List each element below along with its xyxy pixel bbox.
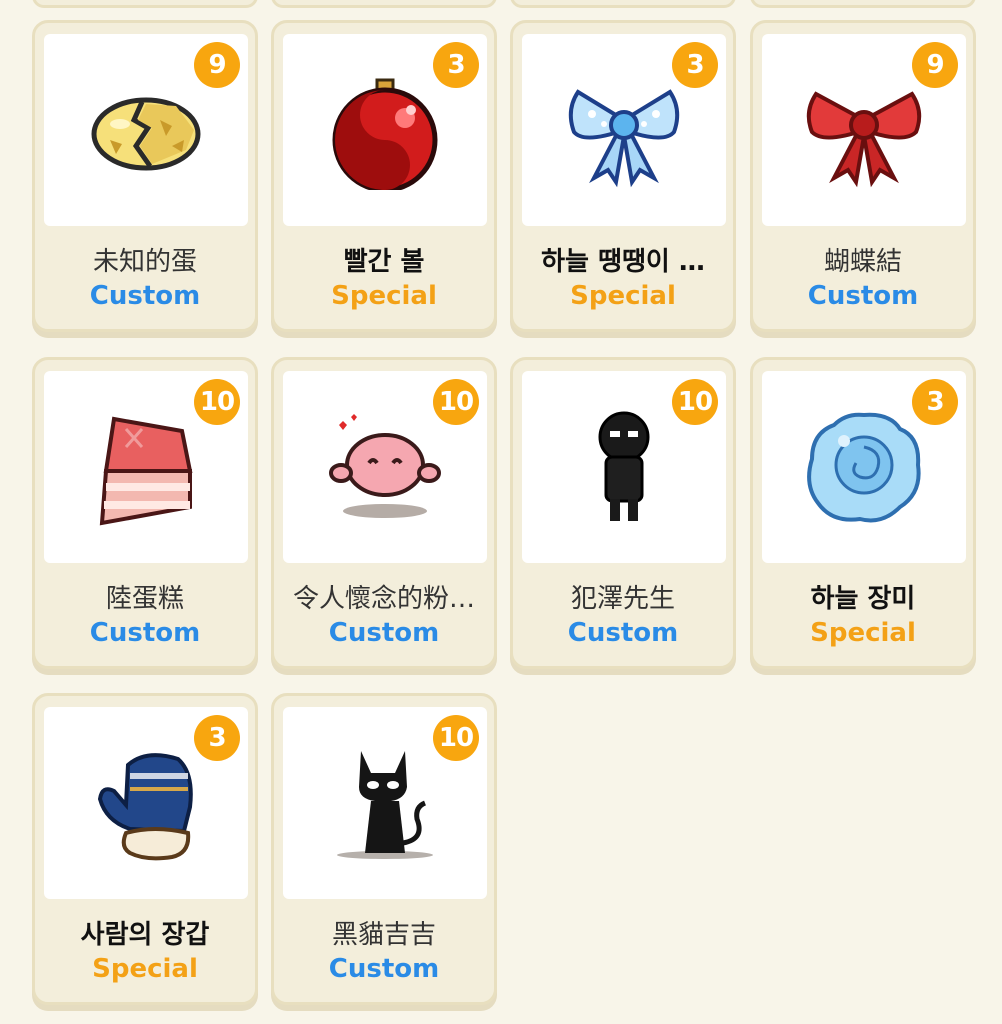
item-tile: 9 — [762, 34, 966, 226]
count-badge: 3 — [672, 42, 718, 88]
cake-slice-icon — [99, 416, 193, 526]
count-badge: 10 — [194, 379, 240, 425]
item-name: 하늘 땡땡이 … — [541, 247, 705, 277]
item-card-sky-polka-bow[interactable]: 3 하늘 땡땡이 … Special — [510, 20, 736, 332]
blue-mitten-icon — [97, 753, 193, 861]
item-type: Special — [92, 954, 198, 984]
item-type: Custom — [567, 618, 679, 648]
item-tile: 3 — [283, 34, 487, 226]
count-badge: 9 — [194, 42, 240, 88]
item-card-sky-rose[interactable]: 3 하늘 장미 Special — [750, 357, 976, 669]
item-card-mr-criminal[interactable]: 10 犯澤先生 Custom — [510, 357, 736, 669]
count-badge: 9 — [912, 42, 958, 88]
card-edge — [32, 0, 258, 8]
item-tile: 3 — [522, 34, 726, 226]
item-tile: 10 — [283, 371, 487, 563]
item-name: 蝴蝶結 — [823, 247, 902, 277]
card-edge — [750, 0, 976, 8]
item-type: Custom — [328, 954, 440, 984]
item-tile: 10 — [522, 371, 726, 563]
item-type: Special — [810, 618, 916, 648]
item-card-cake[interactable]: 10 陸蛋糕 Custom — [32, 357, 258, 669]
item-tile: 10 — [283, 707, 487, 899]
item-name: 令人懷念的粉… — [292, 584, 475, 614]
item-card-person-glove[interactable]: 3 사람의 장갑 Special — [32, 693, 258, 1005]
item-card-black-cat-jiji[interactable]: 10 黑貓吉吉 Custom — [271, 693, 497, 1005]
item-tile: 3 — [44, 707, 248, 899]
item-card-nostalgic-pink[interactable]: 10 令人懷念的粉… Custom — [271, 357, 497, 669]
count-badge: 3 — [433, 42, 479, 88]
item-name: 陸蛋糕 — [105, 584, 184, 614]
count-badge: 3 — [912, 379, 958, 425]
count-badge: 3 — [194, 715, 240, 761]
item-name: 犯澤先生 — [570, 584, 675, 614]
item-name: 빨간 볼 — [343, 247, 425, 277]
item-type: Custom — [807, 281, 919, 311]
black-cat-icon — [337, 751, 433, 859]
item-name: 하늘 장미 — [810, 584, 916, 614]
item-type: Special — [331, 281, 437, 311]
blue-rose-icon — [807, 412, 921, 523]
pink-blob-icon — [329, 414, 441, 518]
item-type: Custom — [89, 618, 201, 648]
red-bow-icon — [806, 91, 922, 188]
count-badge: 10 — [672, 379, 718, 425]
item-grid: 9 未知的蛋 Custom 3 빨간 볼 Special 3 하늘 땡땡이 … … — [0, 0, 1002, 1024]
item-name: 사람의 장갑 — [80, 920, 210, 950]
card-edge — [510, 0, 736, 8]
item-name: 未知的蛋 — [92, 247, 197, 277]
item-card-unknown-egg[interactable]: 9 未知的蛋 Custom — [32, 20, 258, 332]
item-card-bow[interactable]: 9 蝴蝶結 Custom — [750, 20, 976, 332]
blue-polka-bow-icon — [568, 89, 680, 188]
item-type: Custom — [328, 618, 440, 648]
item-name: 黑貓吉吉 — [331, 920, 436, 950]
item-tile: 3 — [762, 371, 966, 563]
cracked-egg-icon — [91, 97, 201, 171]
black-figure-icon — [598, 411, 650, 521]
count-badge: 10 — [433, 715, 479, 761]
count-badge: 10 — [433, 379, 479, 425]
item-type: Custom — [89, 281, 201, 311]
red-ornament-ball-icon — [332, 78, 438, 190]
item-tile: 10 — [44, 371, 248, 563]
card-edge — [271, 0, 497, 8]
item-tile: 9 — [44, 34, 248, 226]
item-card-red-ball[interactable]: 3 빨간 볼 Special — [271, 20, 497, 332]
item-type: Special — [570, 281, 676, 311]
